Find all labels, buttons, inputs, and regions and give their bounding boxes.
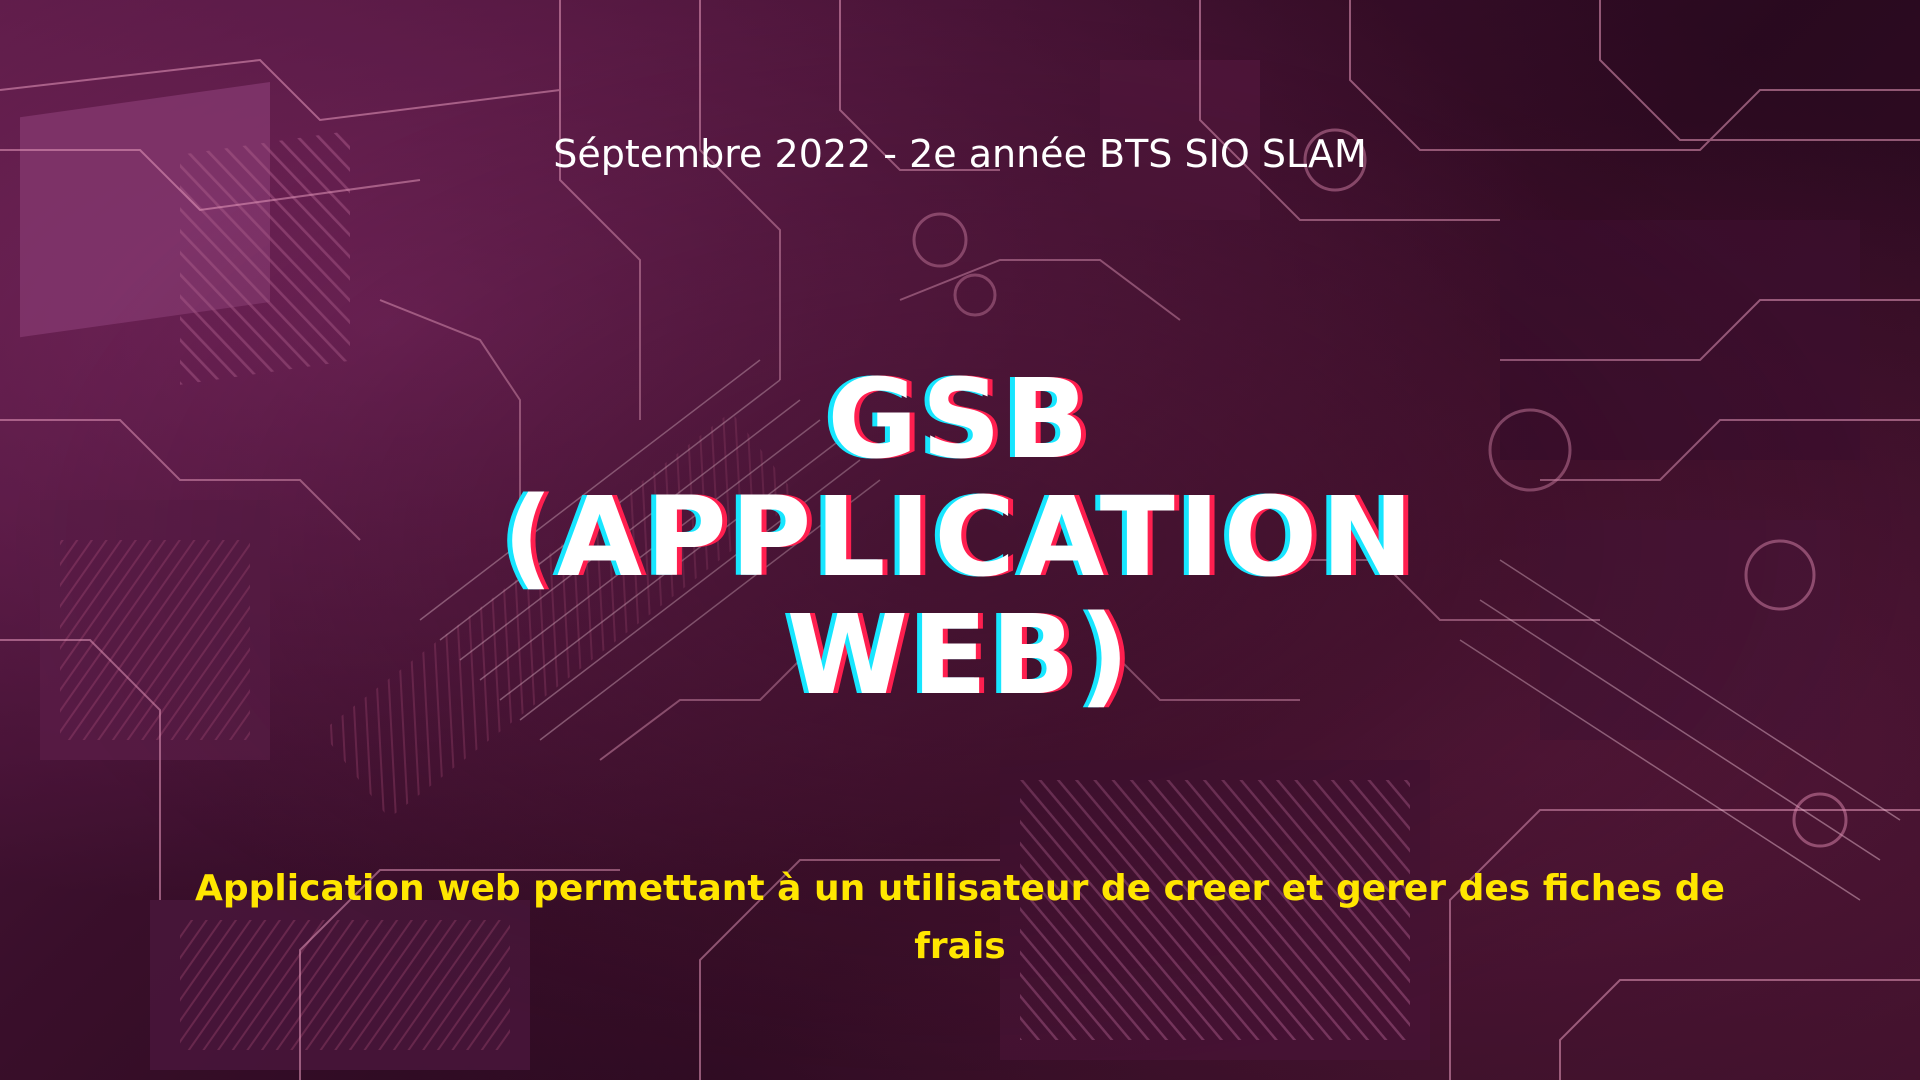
slide-description: Application web permettant à un utilisat… [195,868,1725,967]
slide-title: GSB (APPLICATION WEB) [0,360,1920,714]
title-line-2: (APPLICATION [502,473,1418,601]
title-line-1: GSB [827,355,1093,483]
slide-subtitle: Séptembre 2022 - 2e année BTS SIO SLAM [553,132,1367,176]
presentation-slide: Séptembre 2022 - 2e année BTS SIO SLAM G… [0,0,1920,1080]
title-line-3: WEB) [786,591,1134,719]
